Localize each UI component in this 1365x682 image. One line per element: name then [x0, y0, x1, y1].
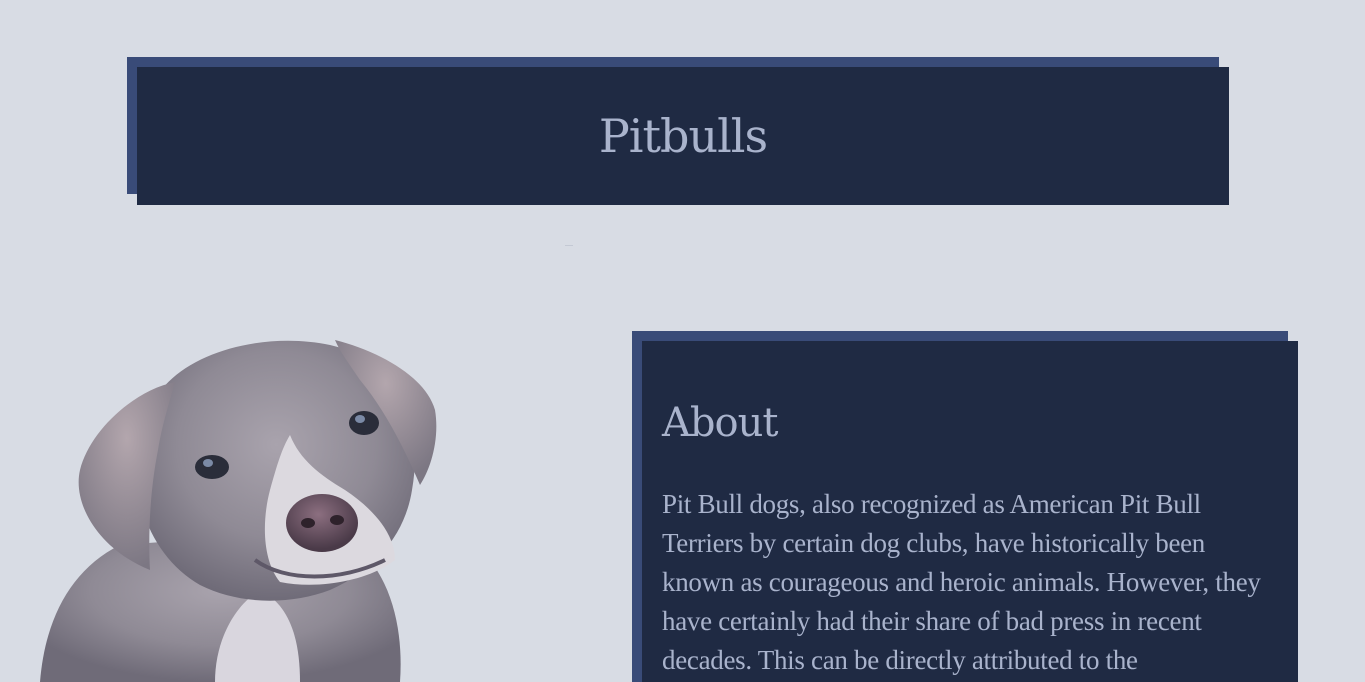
page-title: Pitbulls [598, 109, 768, 163]
divider [565, 245, 573, 246]
pitbull-puppy-image [40, 340, 437, 682]
page: Pitbulls About Pit Bull dogs, also recog… [0, 0, 1365, 682]
about-text: Pit Bull dogs, also recognized as Americ… [662, 489, 1261, 675]
header-banner: Pitbulls [137, 67, 1229, 205]
about-heading: About [662, 400, 778, 446]
about-card: About Pit Bull dogs, also recognized as … [642, 341, 1298, 682]
